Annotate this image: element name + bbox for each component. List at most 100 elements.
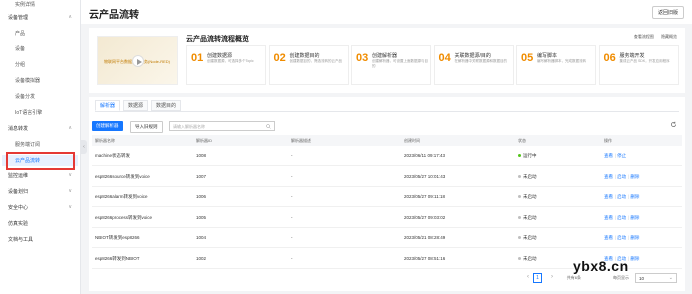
search-icon[interactable] bbox=[266, 124, 271, 129]
sidebar-item[interactable]: 设备 bbox=[15, 45, 25, 52]
row-action-link[interactable]: 删除 bbox=[630, 194, 639, 199]
sidebar-collapse-handle[interactable]: ‹ bbox=[81, 140, 87, 154]
cell-created: 2023/05/21 08:28:49 bbox=[404, 235, 446, 240]
step-card: 01 创建数据源 创建数据源，可选择多个Topic bbox=[186, 45, 266, 85]
step-title[interactable]: 服务端开发 bbox=[620, 52, 645, 59]
total-count: 共有6条 bbox=[566, 275, 581, 280]
annotation-highlight-box bbox=[6, 152, 75, 170]
table-row: esp8266process转发到voice 1005 - 2023/05/27 09… bbox=[92, 209, 682, 228]
chevron-down-icon[interactable]: ∨ bbox=[68, 172, 72, 178]
action-separator: | bbox=[615, 194, 617, 199]
prev-page-icon[interactable]: ‹ bbox=[527, 274, 529, 280]
cell-desc: - bbox=[291, 173, 293, 179]
step-card: 03 创建解析器 创建解析器，可设置上面数据源与目的 bbox=[351, 45, 431, 85]
sidebar-item[interactable]: 设备划归 bbox=[8, 188, 28, 195]
cell-desc: - bbox=[291, 194, 293, 199]
create-parser-button[interactable]: 创建解析器 bbox=[92, 121, 123, 131]
chevron-down-icon[interactable]: ∨ bbox=[68, 188, 72, 194]
step-number: 06 bbox=[603, 52, 616, 64]
sidebar-item[interactable]: 仿真实验 bbox=[8, 220, 28, 227]
row-action-link[interactable]: 停止 bbox=[617, 153, 626, 158]
status-dot-icon bbox=[518, 256, 521, 260]
row-action-link[interactable]: 删除 bbox=[630, 174, 639, 179]
sidebar-item[interactable]: 实例详情 bbox=[15, 1, 35, 8]
row-action-link[interactable]: 启动 bbox=[617, 215, 626, 220]
tab-data-source[interactable]: 数据源 bbox=[123, 100, 149, 111]
cell-status: 未启动 bbox=[518, 235, 537, 241]
tab-parser[interactable]: 解析器 bbox=[95, 100, 121, 111]
step-title[interactable]: 编写脚本 bbox=[537, 52, 557, 59]
page-title: 云产品流转 bbox=[89, 10, 139, 21]
cell-name: esp8266source转发到voice bbox=[95, 173, 150, 179]
sidebar-item[interactable]: 安全中心 bbox=[8, 204, 28, 211]
step-card: 06 服务端开发 集成云产品 SDK，开发应用程序 bbox=[598, 45, 679, 85]
row-action-link[interactable]: 删除 bbox=[630, 256, 639, 261]
table-header: 解析器名称 解析器ID 解析器描述 创建时间 状态 操作 bbox=[92, 135, 682, 146]
hide-overview-link[interactable]: 隐藏概览 bbox=[661, 34, 677, 39]
row-action-link[interactable]: 查看 bbox=[604, 174, 613, 179]
step-number: 01 bbox=[191, 52, 204, 64]
overview-title: 云产品流转流程概览 bbox=[186, 36, 249, 43]
overview-panel: 物联网平台数据流转服务(Node-RED) 云产品流转流程概览 查看流程图 隐藏… bbox=[89, 28, 685, 93]
row-action-link[interactable]: 删除 bbox=[630, 215, 639, 220]
watermark: ybx8.cn bbox=[573, 258, 629, 274]
cell-created: 2023/05/27 10:01:43 bbox=[404, 173, 446, 179]
chevron-up-icon[interactable]: ∧ bbox=[68, 14, 72, 20]
row-action-link[interactable]: 查看 bbox=[604, 153, 613, 158]
step-description: 编写解析器脚本，完成数据流转 bbox=[537, 59, 586, 63]
sidebar-item[interactable]: 文档与工具 bbox=[8, 236, 33, 243]
status-text: 未启动 bbox=[523, 194, 537, 199]
step-description: 创建数据源，可选择多个Topic bbox=[207, 59, 254, 63]
step-title[interactable]: 关联数据源/目的 bbox=[455, 52, 491, 59]
cell-desc: - bbox=[291, 214, 293, 220]
cell-desc: - bbox=[291, 255, 293, 261]
step-title[interactable]: 创建数据源 bbox=[207, 52, 232, 59]
row-actions: 查看 |启动 |删除 bbox=[604, 174, 640, 180]
chevron-down-icon[interactable]: ∨ bbox=[68, 204, 72, 210]
sidebar-item[interactable]: 设备管理 bbox=[8, 14, 28, 21]
sidebar-item[interactable]: 监控运维 bbox=[8, 172, 28, 179]
tab-data-destination[interactable]: 数据目的 bbox=[151, 100, 182, 111]
sidebar-item[interactable]: 设备模拟器 bbox=[15, 77, 40, 84]
step-description: 创建数据目的，筛选流转的云产品 bbox=[289, 59, 343, 63]
chevron-up-icon[interactable]: ∧ bbox=[68, 125, 72, 131]
next-page-icon[interactable]: › bbox=[551, 274, 553, 280]
sidebar-item[interactable]: IoT语言引擎 bbox=[15, 109, 42, 116]
sidebar-item[interactable]: 产品 bbox=[15, 30, 25, 37]
video-thumbnail[interactable]: 物联网平台数据流转服务(Node-RED) bbox=[97, 36, 178, 85]
step-title[interactable]: 创建数据目的 bbox=[290, 52, 320, 59]
status-dot-icon bbox=[518, 236, 521, 240]
sidebar-item[interactable]: 消息转发 bbox=[8, 125, 28, 132]
sidebar-item[interactable]: 设备分发 bbox=[15, 93, 35, 100]
return-old-version-button[interactable]: 返回旧版 bbox=[651, 6, 684, 19]
cell-id: 1006 bbox=[196, 194, 207, 199]
import-rules-button[interactable]: 导入旧规则 bbox=[130, 121, 163, 133]
row-action-link[interactable]: 查看 bbox=[604, 194, 613, 199]
cell-name: NBIOT转发到esp8266 bbox=[95, 235, 140, 240]
row-action-link[interactable]: 删除 bbox=[630, 235, 639, 240]
view-flowchart-link[interactable]: 查看流程图 bbox=[634, 34, 654, 39]
sidebar-item[interactable]: 服务端订阅 bbox=[15, 141, 40, 148]
row-action-link[interactable]: 启动 bbox=[617, 194, 626, 199]
cell-created: 2023/05/27 08:51:16 bbox=[404, 255, 446, 261]
overview-links: 查看流程图 隐藏概览 bbox=[628, 34, 677, 40]
chevron-down-icon: ⌄ bbox=[668, 275, 673, 281]
row-action-link[interactable]: 启动 bbox=[617, 174, 626, 179]
column-header-created: 创建时间 bbox=[404, 138, 420, 143]
sidebar-item[interactable]: 分组 bbox=[15, 61, 25, 68]
search-input[interactable]: 请输入解析器名称 bbox=[169, 121, 275, 131]
page-number[interactable]: 1 bbox=[533, 273, 542, 283]
play-icon[interactable] bbox=[132, 55, 144, 67]
page-size-select[interactable]: 10 ⌄ bbox=[635, 273, 677, 283]
row-action-link[interactable]: 查看 bbox=[604, 235, 613, 240]
step-number: 03 bbox=[356, 52, 369, 64]
cell-created: 2023/05/27 09:11:18 bbox=[404, 194, 445, 199]
step-number: 04 bbox=[438, 52, 451, 64]
cell-status: 未启动 bbox=[518, 215, 537, 221]
column-header-desc: 解析器描述 bbox=[291, 138, 311, 143]
step-title[interactable]: 创建解析器 bbox=[372, 52, 397, 59]
column-header-actions: 操作 bbox=[604, 138, 612, 143]
refresh-icon[interactable] bbox=[670, 121, 677, 128]
row-action-link[interactable]: 启动 bbox=[617, 235, 626, 240]
row-action-link[interactable]: 查看 bbox=[604, 215, 613, 220]
